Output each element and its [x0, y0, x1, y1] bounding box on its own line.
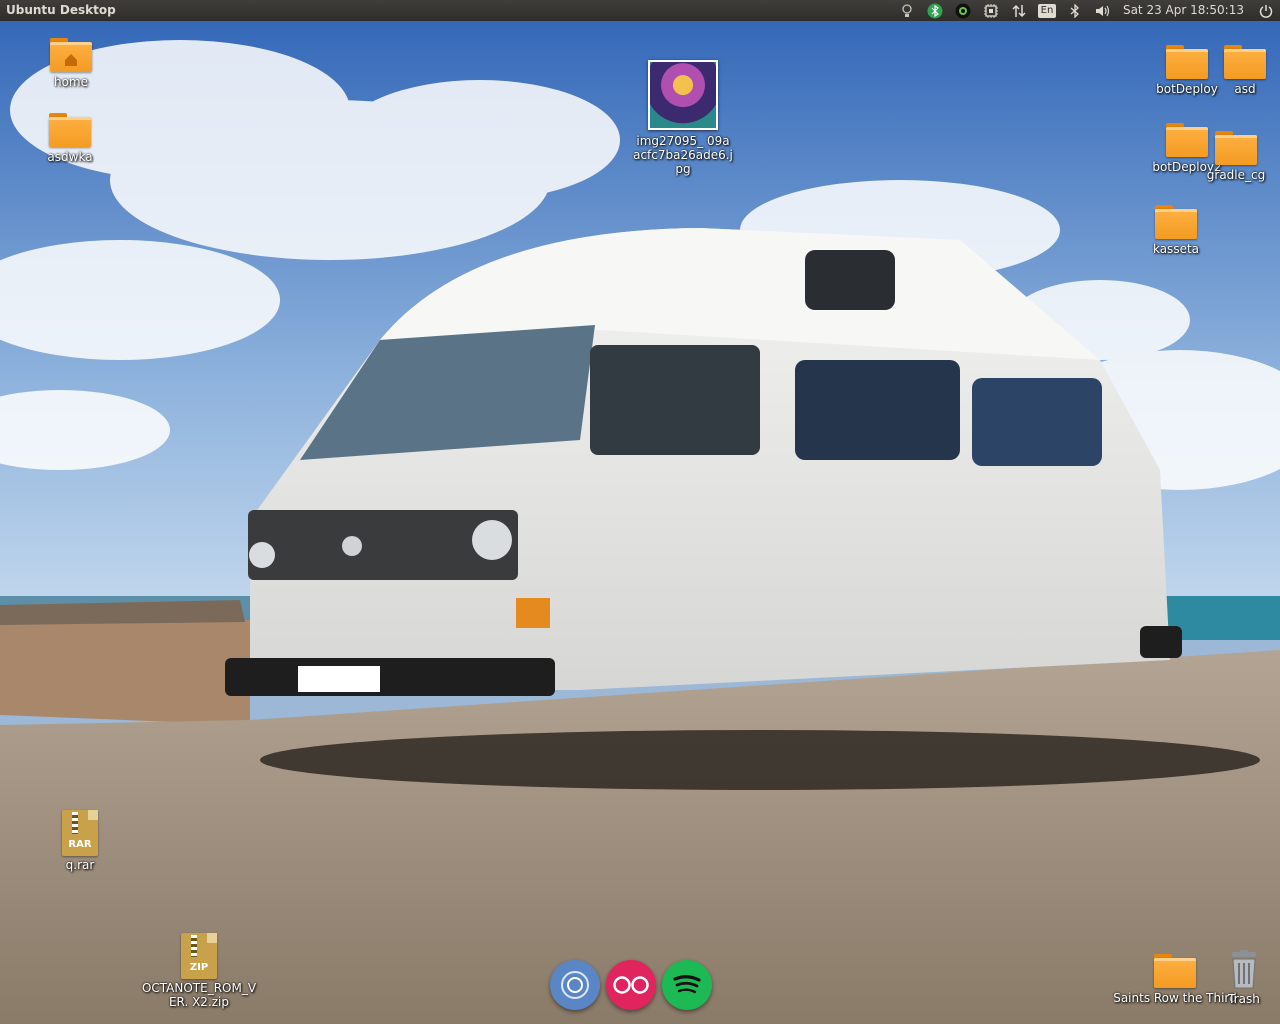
keyboard-language-icon[interactable]: En: [1033, 0, 1061, 21]
home-folder-icon: [50, 38, 92, 72]
desktop-trash[interactable]: Trash: [1214, 950, 1274, 1006]
desktop-icon-label: gradle_cg: [1206, 168, 1266, 182]
system-tray: En Sat 23 Apr 18:50:13: [893, 0, 1280, 21]
archive-icon: ZIP: [181, 933, 217, 979]
folder-icon: [49, 113, 91, 147]
session-power-icon[interactable]: [1252, 0, 1280, 21]
network-transfer-icon[interactable]: [1005, 0, 1033, 21]
window-title: Ubuntu Desktop: [6, 3, 116, 17]
image-thumbnail-icon: [648, 60, 718, 130]
desktop-folder-asdwka[interactable]: asdwka: [20, 113, 120, 164]
archive-type-label: ZIP: [189, 962, 209, 973]
folder-icon: [1224, 45, 1266, 79]
cpu-monitor-icon[interactable]: [977, 0, 1005, 21]
lightbulb-icon[interactable]: [893, 0, 921, 21]
chat-status-icon[interactable]: [949, 0, 977, 21]
desktop-icon-label: kasseta: [1152, 242, 1200, 256]
desktop-icon-label: q.rar: [65, 858, 95, 872]
clock[interactable]: Sat 23 Apr 18:50:13: [1117, 0, 1252, 21]
top-panel: Ubuntu Desktop En Sat 23 Apr 18:50:13: [0, 0, 1280, 21]
desktop-folder-asd[interactable]: asd: [1195, 45, 1280, 96]
flickr-icon[interactable]: [606, 960, 656, 1010]
desktop-icon-label: OCTANOTE_ROM_VER. X2.zip: [141, 981, 257, 1009]
desktop-folder-kasseta[interactable]: kasseta: [1126, 205, 1226, 256]
desktop-file-q-rar[interactable]: RAR q.rar: [30, 810, 130, 872]
folder-icon: [1215, 131, 1257, 165]
desktop-folder-home[interactable]: home: [21, 38, 121, 89]
desktop-file-octanote-zip[interactable]: ZIP OCTANOTE_ROM_VER. X2.zip: [139, 933, 259, 1009]
folder-icon: [1154, 954, 1196, 988]
folder-icon: [1155, 205, 1197, 239]
dock: [550, 960, 712, 1010]
desktop-icon-label: img27095_ 09aacfc7ba26ade6.jpg: [633, 134, 733, 176]
desktop-file-image[interactable]: img27095_ 09aacfc7ba26ade6.jpg: [633, 60, 733, 176]
archive-icon: RAR: [62, 810, 98, 856]
desktop-icon-label: home: [53, 75, 89, 89]
chromium-icon[interactable]: [550, 960, 600, 1010]
volume-icon[interactable]: [1089, 0, 1117, 21]
desktop-icon-label: asdwka: [47, 150, 93, 164]
archive-type-label: RAR: [68, 839, 92, 850]
desktop-folder-gradle-cg[interactable]: gradle_cg: [1186, 131, 1280, 182]
spotify-icon[interactable]: [662, 960, 712, 1010]
trash-icon: [1232, 950, 1256, 989]
bluetooth-status-icon[interactable]: [921, 0, 949, 21]
desktop-icon-label: asd: [1234, 82, 1256, 96]
desktop-icon-label: Trash: [1228, 992, 1260, 1006]
bluetooth-icon[interactable]: [1061, 0, 1089, 21]
